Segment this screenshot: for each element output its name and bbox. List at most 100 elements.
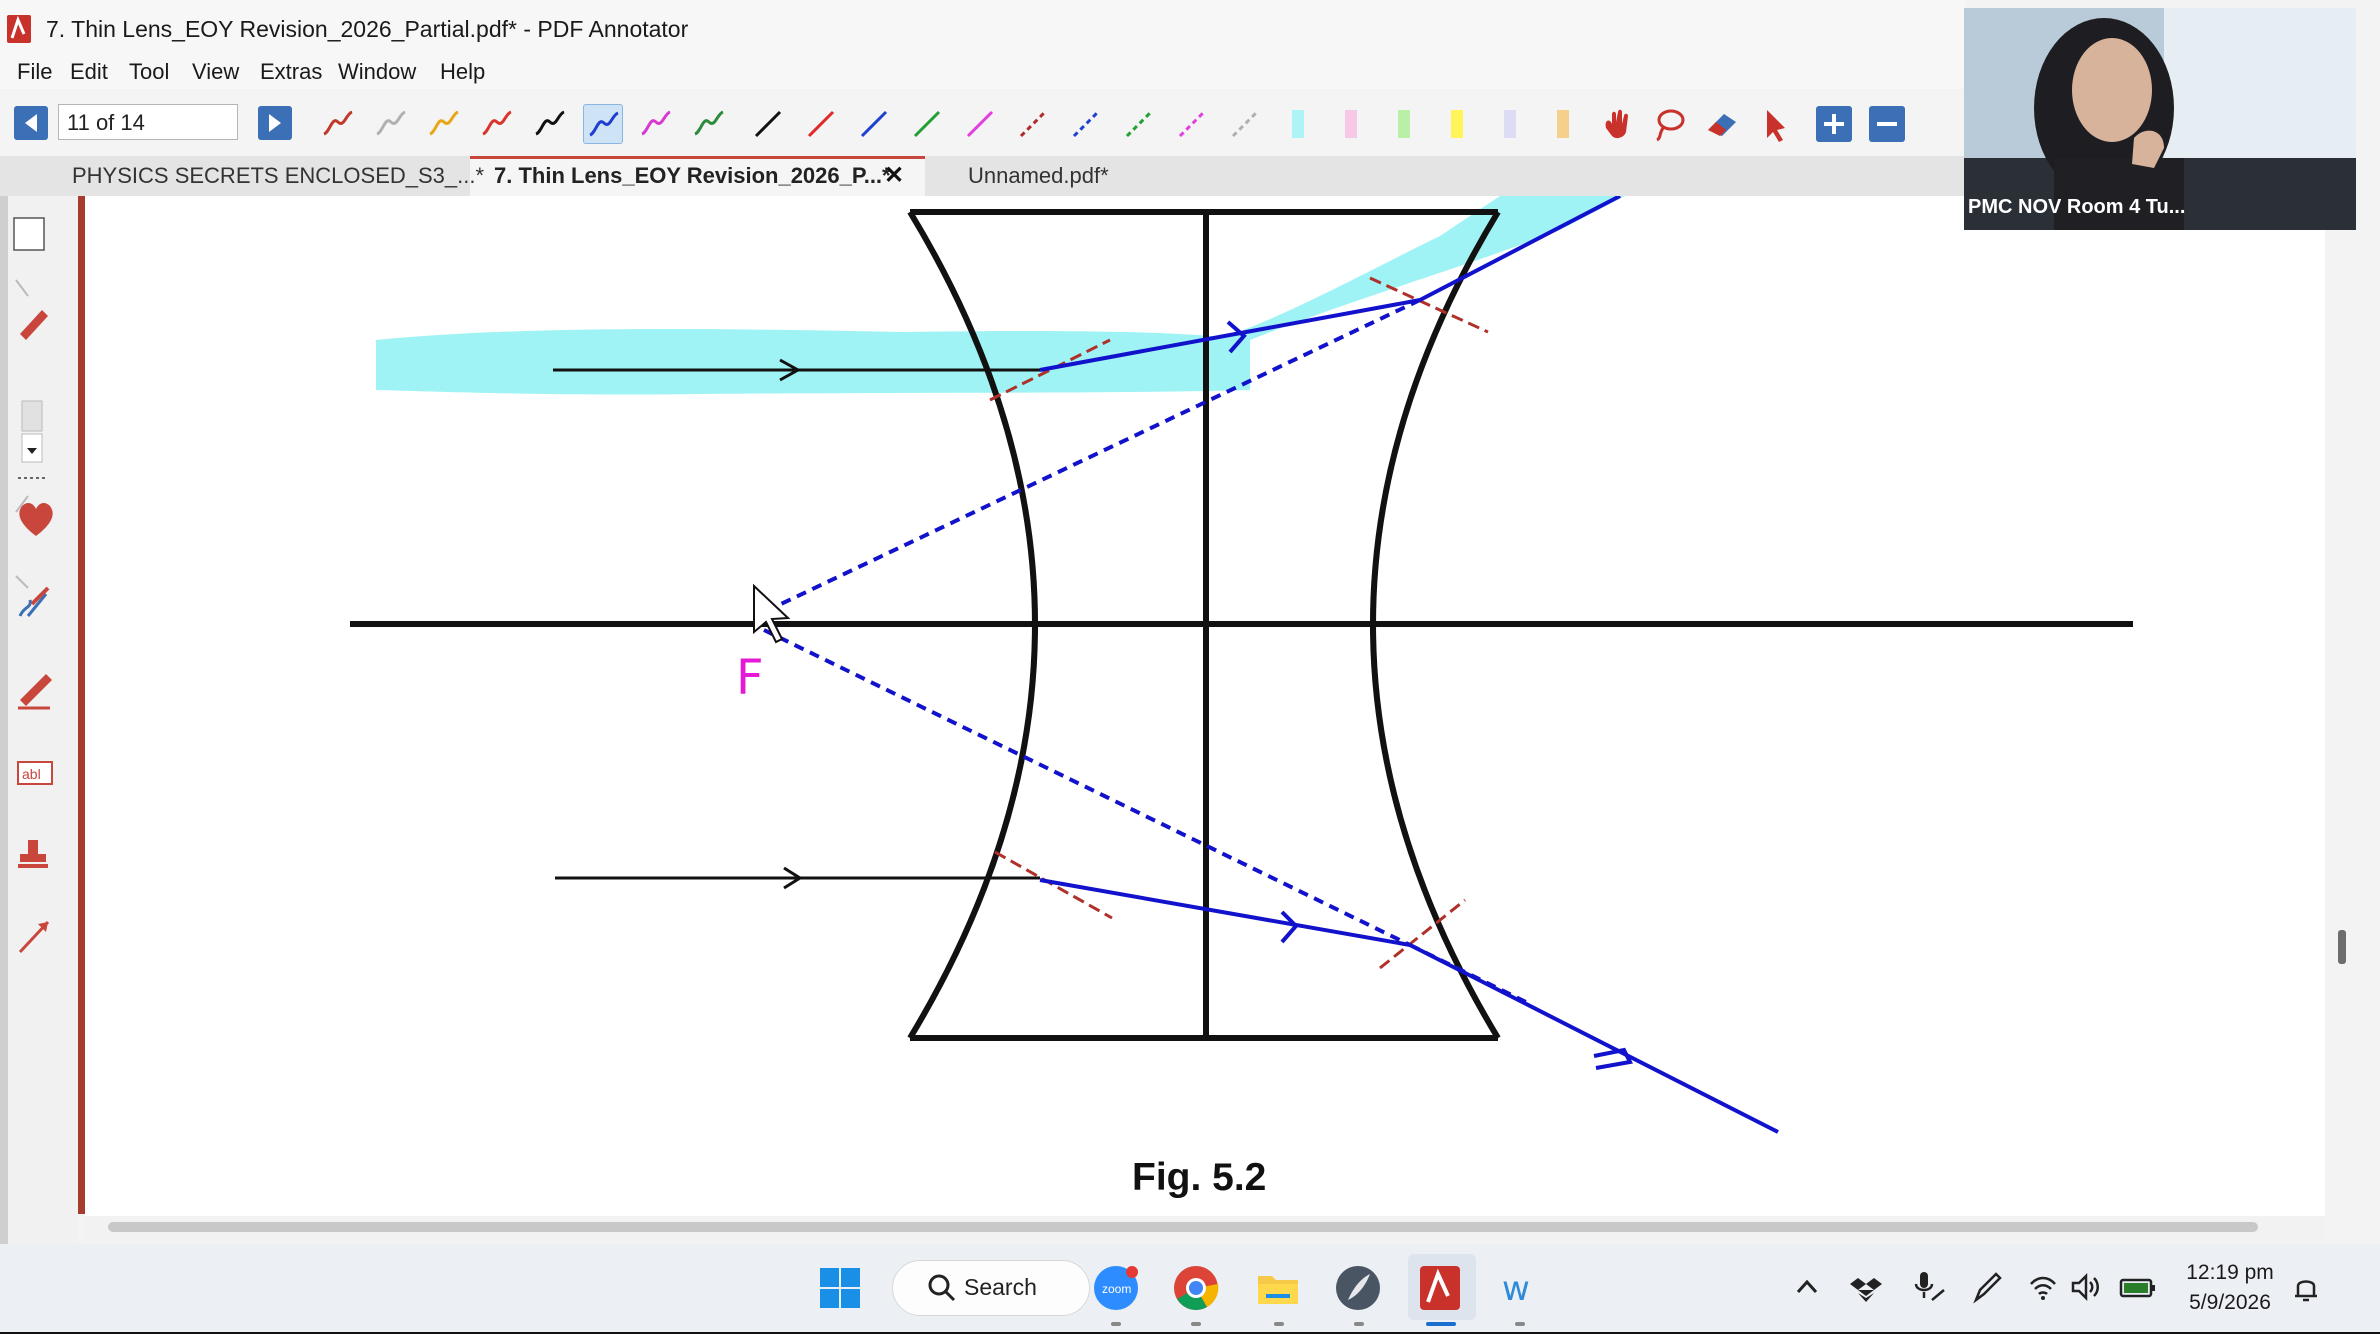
line-glyph (966, 110, 994, 138)
notification-icon[interactable] (2290, 1272, 2322, 1304)
line-tool-4[interactable] (960, 104, 1000, 144)
pen-tool-0[interactable] (318, 104, 358, 144)
line-glyph (754, 110, 782, 138)
wifi-icon[interactable] (2028, 1272, 2058, 1302)
chrome-icon[interactable] (1172, 1264, 1220, 1312)
pen-tool-3[interactable] (477, 104, 517, 144)
battery-icon[interactable] (2118, 1272, 2158, 1302)
line-tool-1[interactable] (801, 104, 841, 144)
highlight-stroke (376, 329, 1250, 395)
pen-tool-7[interactable] (689, 104, 729, 144)
right-margin (2325, 196, 2357, 1216)
pen-tool-5[interactable] (583, 104, 623, 144)
menu-edit[interactable]: Edit (70, 59, 108, 85)
w-running-indicator (1515, 1322, 1525, 1326)
zoom-out-button-glyph (1869, 106, 1905, 142)
zoom-running-indicator (1111, 1322, 1121, 1326)
pen-glyph (641, 110, 671, 136)
zoom-out-button[interactable] (1867, 104, 1907, 144)
webcam-participant-label: PMC NOV Room 4 Tu... (1968, 196, 2186, 218)
menu-view[interactable]: View (192, 59, 239, 85)
pointer-glyph (1767, 110, 1785, 142)
highlighter-tool-0[interactable] (1278, 104, 1318, 144)
heart-icon[interactable] (19, 502, 53, 536)
arrow-tool-icon[interactable] (18, 920, 50, 954)
menu-extras[interactable]: Extras (260, 59, 322, 85)
vertical-scrollbar-thumb[interactable] (2338, 930, 2346, 964)
pen-icon[interactable] (1970, 1270, 2004, 1304)
line-tool-3[interactable] (907, 104, 947, 144)
dashed-line-tool-7[interactable] (1119, 104, 1159, 144)
file-explorer-icon[interactable] (1254, 1264, 1302, 1312)
highlighter-glyph (1451, 110, 1463, 138)
app-w-icon[interactable]: w (1496, 1264, 1544, 1312)
chevron-up-icon[interactable] (1792, 1272, 1822, 1302)
mic-icon[interactable] (1910, 1270, 1946, 1304)
pen-glyph (589, 111, 619, 137)
highlighter-glyph (1345, 110, 1357, 138)
hand-tool[interactable] (1596, 104, 1636, 144)
highlighter-glyph (1292, 110, 1304, 138)
document-left-border (78, 196, 85, 1214)
line-tool-2[interactable] (854, 104, 894, 144)
search-icon (928, 1274, 956, 1302)
highlighter-glyph (1504, 110, 1516, 138)
svg-text:zoom: zoom (1102, 1282, 1131, 1296)
highlighter-tool-1[interactable] (1331, 104, 1371, 144)
search-label: Search (964, 1274, 1037, 1300)
line-glyph (807, 110, 835, 138)
menu-window[interactable]: Window (338, 59, 416, 85)
highlighter-tool-5[interactable] (1543, 104, 1583, 144)
explorer-running-indicator (1274, 1322, 1284, 1326)
next-page-button[interactable] (258, 106, 292, 140)
pen-glyph (694, 110, 724, 136)
windows-start-icon[interactable] (816, 1264, 864, 1312)
highlighter-icon[interactable] (18, 674, 52, 710)
pdf-annotator-icon[interactable] (1416, 1264, 1464, 1312)
lens-diagram (350, 196, 2133, 1134)
pdf-annotator-active-indicator (1426, 1322, 1456, 1326)
dropbox-icon[interactable] (1850, 1272, 1882, 1304)
tab-close-icon[interactable]: ✕ (884, 156, 904, 196)
pencil-icon[interactable] (20, 310, 48, 340)
dashed-line-glyph (1125, 110, 1153, 138)
pen-glyph (376, 110, 406, 136)
app-icon (7, 15, 31, 43)
highlighter-tool-2[interactable] (1384, 104, 1424, 144)
tab-unnamed[interactable]: Unnamed.pdf* (968, 156, 1109, 196)
app-feather-icon[interactable] (1334, 1264, 1382, 1312)
lasso-tool[interactable] (1649, 104, 1689, 144)
freehand-pen-icon[interactable] (18, 586, 50, 617)
pen-tool-6[interactable] (636, 104, 676, 144)
horizontal-scrollbar-thumb[interactable] (108, 1222, 2258, 1232)
dashed-line-tool-8[interactable] (1172, 104, 1212, 144)
zoom-icon[interactable]: zoom (1092, 1264, 1140, 1312)
menu-file[interactable]: File (17, 59, 52, 85)
eraser-tool[interactable] (1702, 104, 1742, 144)
previous-page-button[interactable] (14, 106, 48, 140)
dashed-line-tool-6[interactable] (1066, 104, 1106, 144)
highlighter-tool-3[interactable] (1437, 104, 1477, 144)
window-title: 7. Thin Lens_EOY Revision_2026_Partial.p… (46, 16, 689, 42)
pen-tool-2[interactable] (424, 104, 464, 144)
pen-tool-1[interactable] (371, 104, 411, 144)
menu-help[interactable]: Help (440, 59, 485, 85)
tab-thin-lens[interactable]: 7. Thin Lens_EOY Revision_2026_P...* (494, 156, 891, 196)
pen-tool-4[interactable] (530, 104, 570, 144)
dashed-line-tool-5[interactable] (1013, 104, 1053, 144)
highlighter-tool-4[interactable] (1490, 104, 1530, 144)
taskbar-clock[interactable]: 12:19 pm 5/9/2026 (2170, 1258, 2290, 1318)
tab-physics-secrets[interactable]: PHYSICS SECRETS ENCLOSED_S3_...* (72, 156, 484, 196)
stamp-icon[interactable] (18, 840, 48, 868)
text-box-icon[interactable]: abl (17, 761, 53, 785)
page-number-input[interactable]: 11 of 14 (58, 104, 238, 140)
speaker-icon[interactable] (2070, 1272, 2104, 1302)
pointer-tool[interactable] (1755, 104, 1795, 144)
zoom-in-button[interactable] (1814, 104, 1854, 144)
figure-caption: Fig. 5.2 (1132, 1156, 1267, 1199)
dashed-line-tool-9[interactable] (1225, 104, 1265, 144)
line-glyph (913, 110, 941, 138)
menu-tool[interactable]: Tool (129, 59, 169, 85)
clock-date: 5/9/2026 (2189, 1291, 2271, 1314)
line-tool-0[interactable] (748, 104, 788, 144)
